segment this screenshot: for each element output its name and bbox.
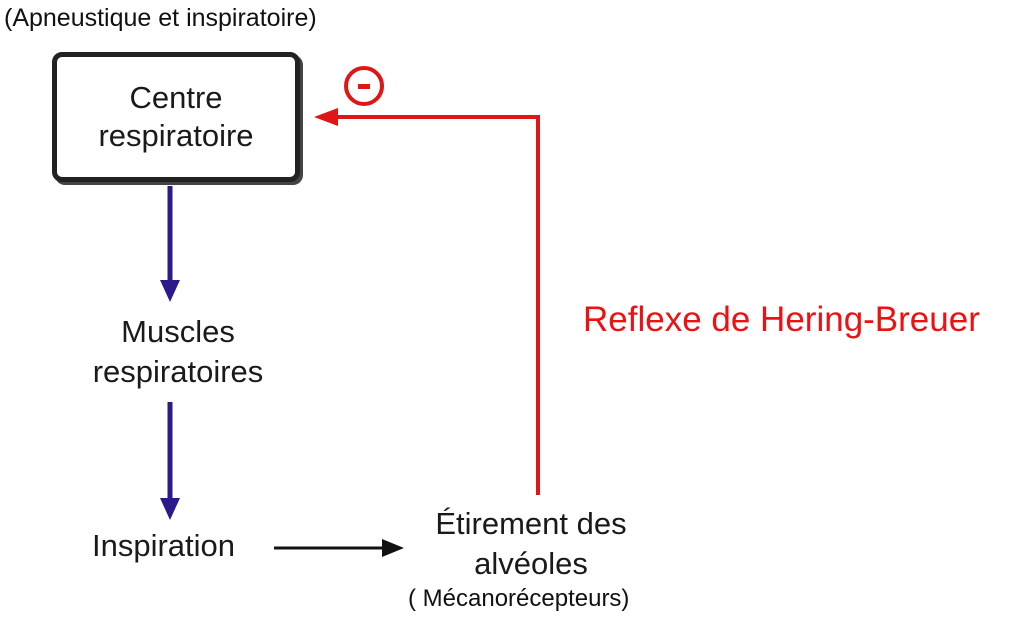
feedback-arrow-hering-breuer (314, 108, 540, 495)
diagram-arrows (160, 108, 540, 557)
arrow-muscles-to-inspiration (160, 402, 180, 520)
arrow-centre-to-muscles (160, 186, 180, 302)
arrow-inspiration-to-etirement (274, 539, 404, 557)
